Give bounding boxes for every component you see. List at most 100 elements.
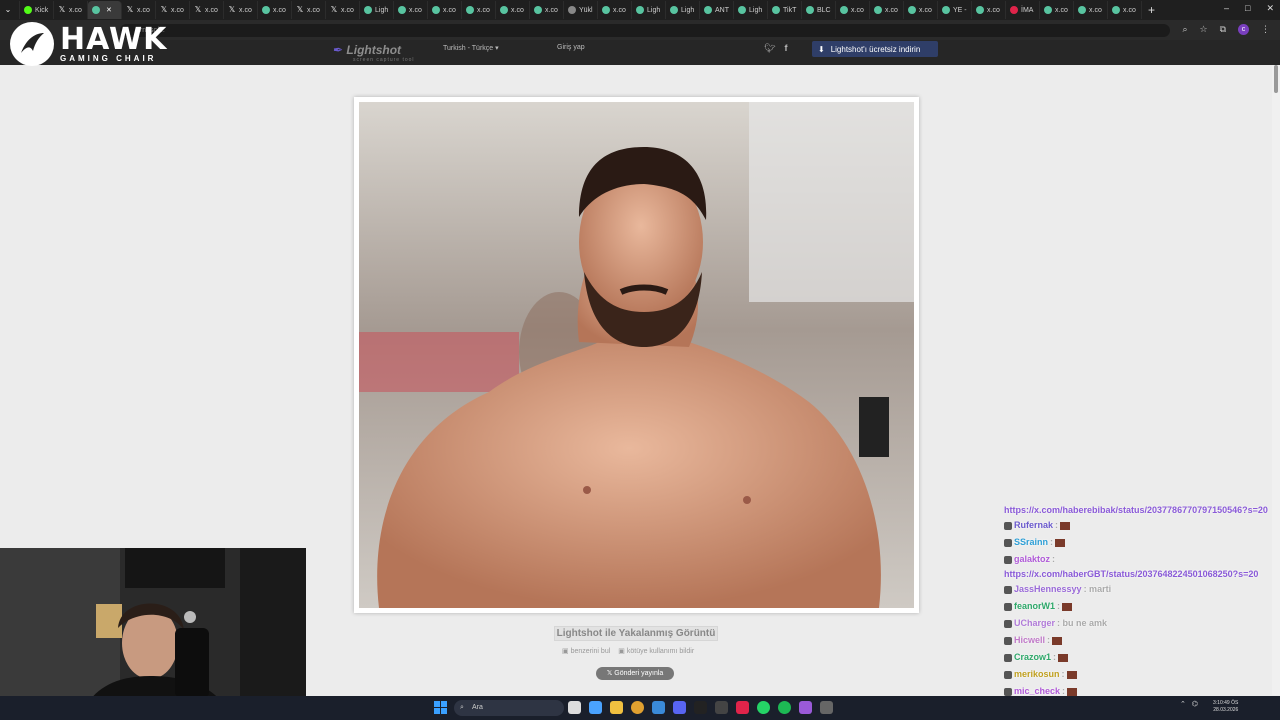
language-selector[interactable]: Turkish - Türkçe ▾ — [443, 44, 499, 52]
chat-link[interactable]: https://x.com/haberGBT/status/2037648224… — [1004, 568, 1258, 581]
browser-tab[interactable]: x.co — [530, 1, 564, 19]
copilot-icon[interactable] — [589, 701, 602, 714]
chevron-down-icon: ▾ — [495, 45, 499, 52]
browser-tab[interactable]: x.co — [496, 1, 530, 19]
red-app-icon[interactable] — [736, 701, 749, 714]
browser-tab[interactable]: x.co — [1108, 1, 1142, 19]
browser-tab[interactable]: 𝕏x.co — [54, 1, 88, 19]
report-abuse-label: kötüye kullanımı bildir — [626, 648, 695, 655]
browser-tab[interactable]: x.co — [1040, 1, 1074, 19]
hawk-overlay-logo: HAWK GAMING CHAIR — [10, 22, 167, 66]
download-button[interactable]: ⬇ Lightshot'ı ücretsiz indirin — [812, 41, 938, 57]
browser-tab[interactable]: x.co — [394, 1, 428, 19]
lightshot-icon — [670, 6, 678, 14]
chat-username[interactable]: SSrainn — [1014, 534, 1048, 551]
twitter-icon[interactable]: 🐦︎ — [764, 43, 775, 54]
x-post-button[interactable]: 𝕏 Gönderi yayınla — [596, 667, 674, 680]
file-icon[interactable] — [568, 701, 581, 714]
browser-tab[interactable]: 𝕏x.co — [292, 1, 326, 19]
browser-tab[interactable]: İMA — [1006, 1, 1040, 19]
app-icon[interactable] — [694, 701, 707, 714]
chat-message: Crazow1 : — [1004, 649, 1280, 666]
chat-username[interactable]: UCharger — [1014, 615, 1055, 632]
browser-tab[interactable]: BLC — [802, 1, 836, 19]
browser-tab[interactable]: 𝕏x.co — [224, 1, 258, 19]
store-icon[interactable] — [652, 701, 665, 714]
scrollbar-thumb[interactable] — [1274, 65, 1278, 93]
browser-tab[interactable]: 𝕏x.co — [190, 1, 224, 19]
discord-icon[interactable] — [673, 701, 686, 714]
screenshot-image[interactable] — [359, 102, 914, 608]
spotify-icon[interactable] — [778, 701, 791, 714]
browser-tab[interactable]: x.co — [836, 1, 870, 19]
chevron-up-icon[interactable]: ⌃ — [1180, 700, 1186, 708]
browser-tab[interactable]: YE - — [938, 1, 972, 19]
zoom-icon[interactable]: ⌕ — [1182, 24, 1187, 35]
browser-tab[interactable]: 𝕏x.co — [122, 1, 156, 19]
lightshot-icon — [704, 6, 712, 14]
app-icon[interactable] — [799, 701, 812, 714]
minimize-button[interactable]: – — [1224, 3, 1229, 14]
new-tab-button[interactable]: + — [1142, 3, 1161, 17]
windows-start-icon[interactable] — [434, 701, 447, 714]
browser-tab-bar: ⌄ Kick 𝕏x.co ✕ 𝕏x.co 𝕏x.co 𝕏x.co 𝕏x.co x.co 𝕏x.c… — [0, 0, 1280, 20]
extensions-icon[interactable]: ⧉ — [1220, 24, 1226, 35]
feather-icon: ✒ — [333, 43, 344, 57]
report-abuse-link[interactable]: ▣ kötüye kullanımı bildir — [618, 647, 694, 655]
browser-tab[interactable]: x.co — [1074, 1, 1108, 19]
browser-tab[interactable]: x.co — [258, 1, 292, 19]
lightshot-logo[interactable]: ✒ Lightshot screen capture tool — [333, 43, 415, 63]
browser-tab[interactable]: TikT — [768, 1, 802, 19]
chat-link[interactable]: https://x.com/haberebibak/status/2037786… — [1004, 504, 1268, 517]
chat-username[interactable]: Crazow1 — [1014, 649, 1051, 666]
browser-tab[interactable]: x.co — [972, 1, 1006, 19]
taskbar-clock[interactable]: 3:10:49 ÖS 28.03.2026 — [1213, 700, 1238, 714]
chat-username[interactable]: galaktoz — [1014, 551, 1050, 568]
browser-tab[interactable]: x.co — [870, 1, 904, 19]
browser-tab[interactable]: Ligh — [632, 1, 666, 19]
whatsapp-icon[interactable] — [757, 701, 770, 714]
browser-tab[interactable]: x.co — [462, 1, 496, 19]
browser-tab[interactable]: x.co — [904, 1, 938, 19]
tab-label: x.co — [613, 6, 626, 14]
folder-icon[interactable] — [610, 701, 623, 714]
browser-menu-icon[interactable]: ⋮ — [1261, 24, 1270, 35]
chrome-icon[interactable] — [631, 701, 644, 714]
chat-text: : — [1061, 669, 1065, 679]
tab-search-menu[interactable]: ⌄ — [0, 1, 20, 19]
x-icon: 𝕏 — [58, 5, 66, 14]
browser-tab[interactable]: ANT — [700, 1, 734, 19]
maximize-button[interactable]: □ — [1245, 3, 1250, 14]
chat-username[interactable]: JassHennessyy — [1014, 581, 1082, 598]
close-tab-icon[interactable]: ✕ — [106, 6, 112, 14]
network-icon[interactable]: ⌬ — [1192, 700, 1198, 708]
login-link[interactable]: Giriş yap — [557, 44, 585, 51]
taskbar-search[interactable]: ⌕ Ara — [454, 700, 564, 716]
browser-tab[interactable]: x.co — [598, 1, 632, 19]
chat-username[interactable]: feanorW1 — [1014, 598, 1055, 615]
app-icon[interactable] — [715, 701, 728, 714]
close-button[interactable]: ✕ — [1266, 3, 1274, 14]
chat-badge-icon — [1004, 521, 1012, 530]
browser-tab[interactable]: Ligh — [734, 1, 768, 19]
bookmark-star-icon[interactable]: ☆ — [1199, 24, 1207, 35]
toolbar-icons: ⌕ ☆ ⧉ c ⋮ — [1182, 24, 1270, 35]
browser-tab[interactable]: 𝕏x.co — [156, 1, 190, 19]
profile-avatar[interactable]: c — [1238, 24, 1249, 35]
facebook-icon[interactable]: f — [784, 43, 787, 54]
browser-tab[interactable]: x.co — [428, 1, 462, 19]
lightshot-icon — [262, 6, 270, 14]
chat-username[interactable]: merikosun — [1014, 666, 1060, 683]
url-input[interactable]: prnt.sc/... — [120, 24, 1170, 37]
browser-tab[interactable]: Kick — [20, 1, 54, 19]
browser-tab[interactable]: Ligh — [666, 1, 700, 19]
browser-tab[interactable]: ✕ — [88, 1, 122, 19]
chat-badge-icon — [1004, 653, 1012, 662]
chat-username[interactable]: Rufernak — [1014, 517, 1053, 534]
browser-tab[interactable]: Yükl — [564, 1, 598, 19]
browser-tab[interactable]: Ligh — [360, 1, 394, 19]
browser-tab[interactable]: 𝕏x.co — [326, 1, 360, 19]
find-similar-link[interactable]: ▣ benzerini bul — [562, 647, 610, 655]
app-icon[interactable] — [820, 701, 833, 714]
chat-username[interactable]: Hicwell — [1014, 632, 1045, 649]
